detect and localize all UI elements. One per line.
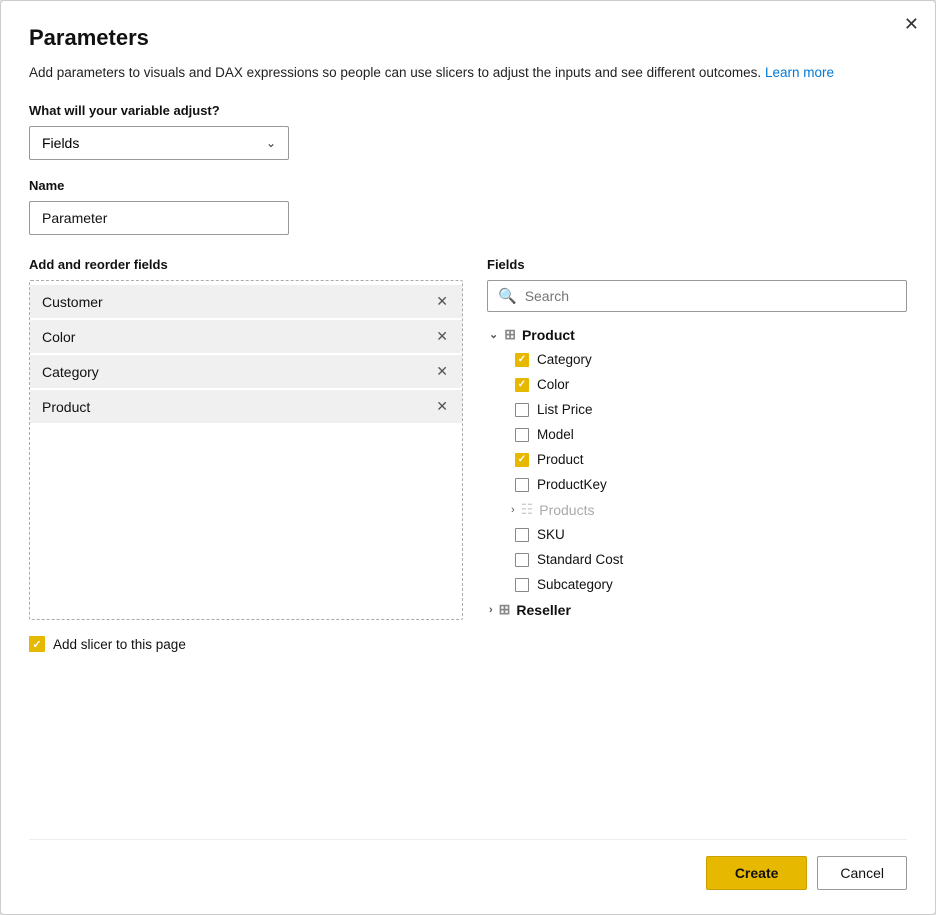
variable-label: What will your variable adjust? (29, 103, 907, 118)
close-button[interactable]: ✕ (904, 15, 919, 33)
color-checkbox[interactable] (515, 378, 529, 392)
field-customer-label: Customer (42, 294, 434, 310)
product-checkbox[interactable] (515, 453, 529, 467)
table-icon: ⊞ (499, 601, 511, 618)
dialog-title: Parameters (29, 25, 907, 51)
products-subgroup-label: Products (539, 502, 594, 518)
productkey-label: ProductKey (537, 477, 905, 492)
subcategory-checkbox[interactable] (515, 578, 529, 592)
list-item[interactable]: Product ✕ (30, 390, 462, 423)
add-slicer-checkbox[interactable] (29, 636, 45, 652)
dialog-description: Add parameters to visuals and DAX expres… (29, 63, 907, 83)
sku-checkbox[interactable] (515, 528, 529, 542)
listprice-label: List Price (537, 402, 905, 417)
chevron-down-icon: ⌄ (266, 136, 276, 150)
dropdown-value: Fields (42, 135, 79, 151)
standardcost-checkbox[interactable] (515, 553, 529, 567)
category-checkbox[interactable] (515, 353, 529, 367)
search-input[interactable] (525, 288, 896, 304)
list-item[interactable]: Color ✕ (30, 320, 462, 353)
remove-category-button[interactable]: ✕ (434, 363, 450, 380)
right-panel: Fields 🔍 ⌄ ⊞ Product (487, 257, 907, 815)
hierarchy-icon: ☷ (521, 501, 534, 518)
reseller-group-header[interactable]: › ⊞ Reseller (487, 597, 905, 622)
selected-fields-list: Customer ✕ Color ✕ Category ✕ Product ✕ (29, 280, 463, 620)
tree-item-listprice[interactable]: List Price (487, 397, 905, 422)
variable-dropdown[interactable]: Fields ⌄ (29, 126, 289, 160)
standardcost-label: Standard Cost (537, 552, 905, 567)
dialog-footer: Create Cancel (29, 839, 907, 890)
list-item[interactable]: Customer ✕ (30, 285, 462, 318)
remove-color-button[interactable]: ✕ (434, 328, 450, 345)
list-item[interactable]: Category ✕ (30, 355, 462, 388)
parameters-dialog: ✕ Parameters Add parameters to visuals a… (0, 0, 936, 915)
subcategory-label: Subcategory (537, 577, 905, 592)
add-reorder-label: Add and reorder fields (29, 257, 463, 272)
two-column-layout: Add and reorder fields Customer ✕ Color … (29, 257, 907, 815)
tree-item-color[interactable]: Color (487, 372, 905, 397)
fields-tree: ⌄ ⊞ Product Category Color (487, 322, 907, 815)
field-category-label: Category (42, 364, 434, 380)
remove-product-button[interactable]: ✕ (434, 398, 450, 415)
listprice-checkbox[interactable] (515, 403, 529, 417)
tree-item-product[interactable]: Product (487, 447, 905, 472)
fields-panel-label: Fields (487, 257, 907, 272)
learn-more-link[interactable]: Learn more (765, 65, 834, 80)
sku-label: SKU (537, 527, 905, 542)
tree-item-category[interactable]: Category (487, 347, 905, 372)
create-button[interactable]: Create (706, 856, 808, 890)
reseller-group-label: Reseller (516, 602, 570, 618)
search-icon: 🔍 (498, 287, 517, 305)
tree-item-standardcost[interactable]: Standard Cost (487, 547, 905, 572)
chevron-down-icon: ⌄ (489, 328, 498, 341)
category-label: Category (537, 352, 905, 367)
model-checkbox[interactable] (515, 428, 529, 442)
chevron-right-icon: › (489, 604, 493, 616)
product-group-label: Product (522, 327, 575, 343)
product-label: Product (537, 452, 905, 467)
chevron-right-icon: › (511, 504, 515, 516)
field-product-label: Product (42, 399, 434, 415)
name-section: Name (29, 178, 907, 235)
productkey-checkbox[interactable] (515, 478, 529, 492)
tree-item-subcategory[interactable]: Subcategory (487, 572, 905, 597)
search-box: 🔍 (487, 280, 907, 312)
tree-item-productkey[interactable]: ProductKey (487, 472, 905, 497)
color-label: Color (537, 377, 905, 392)
tree-item-sku[interactable]: SKU (487, 522, 905, 547)
field-color-label: Color (42, 329, 434, 345)
product-group-header[interactable]: ⌄ ⊞ Product (487, 322, 905, 347)
name-input[interactable] (29, 201, 289, 235)
cancel-button[interactable]: Cancel (817, 856, 907, 890)
add-slicer-label: Add slicer to this page (53, 637, 186, 652)
variable-section: What will your variable adjust? Fields ⌄ (29, 103, 907, 160)
name-label: Name (29, 178, 907, 193)
left-panel: Add and reorder fields Customer ✕ Color … (29, 257, 463, 815)
add-slicer-row[interactable]: Add slicer to this page (29, 636, 463, 652)
remove-customer-button[interactable]: ✕ (434, 293, 450, 310)
products-subgroup-header[interactable]: › ☷ Products (487, 497, 905, 522)
tree-item-model[interactable]: Model (487, 422, 905, 447)
model-label: Model (537, 427, 905, 442)
table-icon: ⊞ (504, 326, 516, 343)
fields-tree-wrap: ⌄ ⊞ Product Category Color (487, 322, 907, 815)
